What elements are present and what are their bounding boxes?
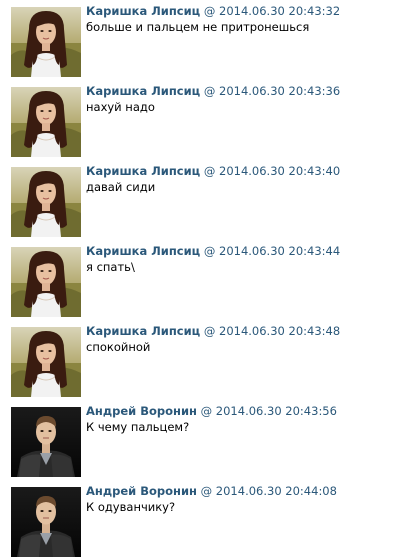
message-text: нахуй надо	[86, 100, 155, 114]
message-text: К чему пальцем?	[86, 420, 190, 434]
message-header: Андрей Воронин @ 2014.06.30 20:43:56	[86, 403, 337, 419]
user-photo-icon	[11, 87, 81, 157]
at-separator: @	[200, 404, 213, 418]
message-text: спокойной	[86, 340, 151, 354]
avatar[interactable]	[11, 7, 81, 77]
message-timestamp: 2014.06.30 20:43:48	[219, 324, 341, 338]
message-text: давай сиди	[86, 180, 156, 194]
author-name[interactable]: Андрей Воронин	[86, 404, 197, 418]
chat-message: Андрей Воронин @ 2014.06.30 20:43:56 К ч…	[0, 400, 411, 472]
message-timestamp: 2014.06.30 20:44:08	[215, 484, 337, 498]
author-name[interactable]: Каришка Липсиц	[86, 324, 200, 338]
chat-message: Каришка Липсиц @ 2014.06.30 20:43:36 нах…	[0, 80, 411, 152]
message-header: Каришка Липсиц @ 2014.06.30 20:43:36	[86, 83, 340, 99]
user-photo-icon	[11, 7, 81, 77]
message-timestamp: 2014.06.30 20:43:44	[219, 244, 341, 258]
author-name[interactable]: Каришка Липсиц	[86, 244, 200, 258]
user-photo-icon	[11, 407, 81, 477]
at-separator: @	[203, 84, 216, 98]
avatar[interactable]	[11, 327, 81, 397]
at-separator: @	[203, 4, 216, 18]
avatar[interactable]	[11, 407, 81, 477]
avatar[interactable]	[11, 247, 81, 317]
author-name[interactable]: Каришка Липсиц	[86, 164, 200, 178]
message-header: Андрей Воронин @ 2014.06.30 20:44:08	[86, 483, 337, 499]
at-separator: @	[200, 484, 213, 498]
at-separator: @	[203, 164, 216, 178]
chat-message: Каришка Липсиц @ 2014.06.30 20:43:44 я с…	[0, 240, 411, 312]
message-header: Каришка Липсиц @ 2014.06.30 20:43:32	[86, 3, 340, 19]
chat-message: Каришка Липсиц @ 2014.06.30 20:43:40 дав…	[0, 160, 411, 232]
message-timestamp: 2014.06.30 20:43:56	[215, 404, 337, 418]
at-separator: @	[203, 324, 216, 338]
at-separator: @	[203, 244, 216, 258]
message-text: я спать\	[86, 260, 135, 274]
message-header: Каришка Липсиц @ 2014.06.30 20:43:48	[86, 323, 340, 339]
author-name[interactable]: Андрей Воронин	[86, 484, 197, 498]
message-header: Каришка Липсиц @ 2014.06.30 20:43:44	[86, 243, 340, 259]
avatar[interactable]	[11, 87, 81, 157]
message-timestamp: 2014.06.30 20:43:36	[219, 84, 341, 98]
author-name[interactable]: Каришка Липсиц	[86, 4, 200, 18]
chat-message: Андрей Воронин @ 2014.06.30 20:44:08 К о…	[0, 480, 411, 552]
avatar[interactable]	[11, 487, 81, 557]
chat-message: Каришка Липсиц @ 2014.06.30 20:43:32 бол…	[0, 0, 411, 72]
chat-message: Каришка Липсиц @ 2014.06.30 20:43:48 спо…	[0, 320, 411, 392]
message-header: Каришка Липсиц @ 2014.06.30 20:43:40	[86, 163, 340, 179]
message-text: больше и пальцем не притронешься	[86, 20, 310, 34]
user-photo-icon	[11, 247, 81, 317]
user-photo-icon	[11, 167, 81, 237]
message-timestamp: 2014.06.30 20:43:32	[219, 4, 341, 18]
author-name[interactable]: Каришка Липсиц	[86, 84, 200, 98]
avatar[interactable]	[11, 167, 81, 237]
user-photo-icon	[11, 487, 81, 557]
message-timestamp: 2014.06.30 20:43:40	[219, 164, 341, 178]
user-photo-icon	[11, 327, 81, 397]
message-text: К одуванчику?	[86, 500, 176, 514]
